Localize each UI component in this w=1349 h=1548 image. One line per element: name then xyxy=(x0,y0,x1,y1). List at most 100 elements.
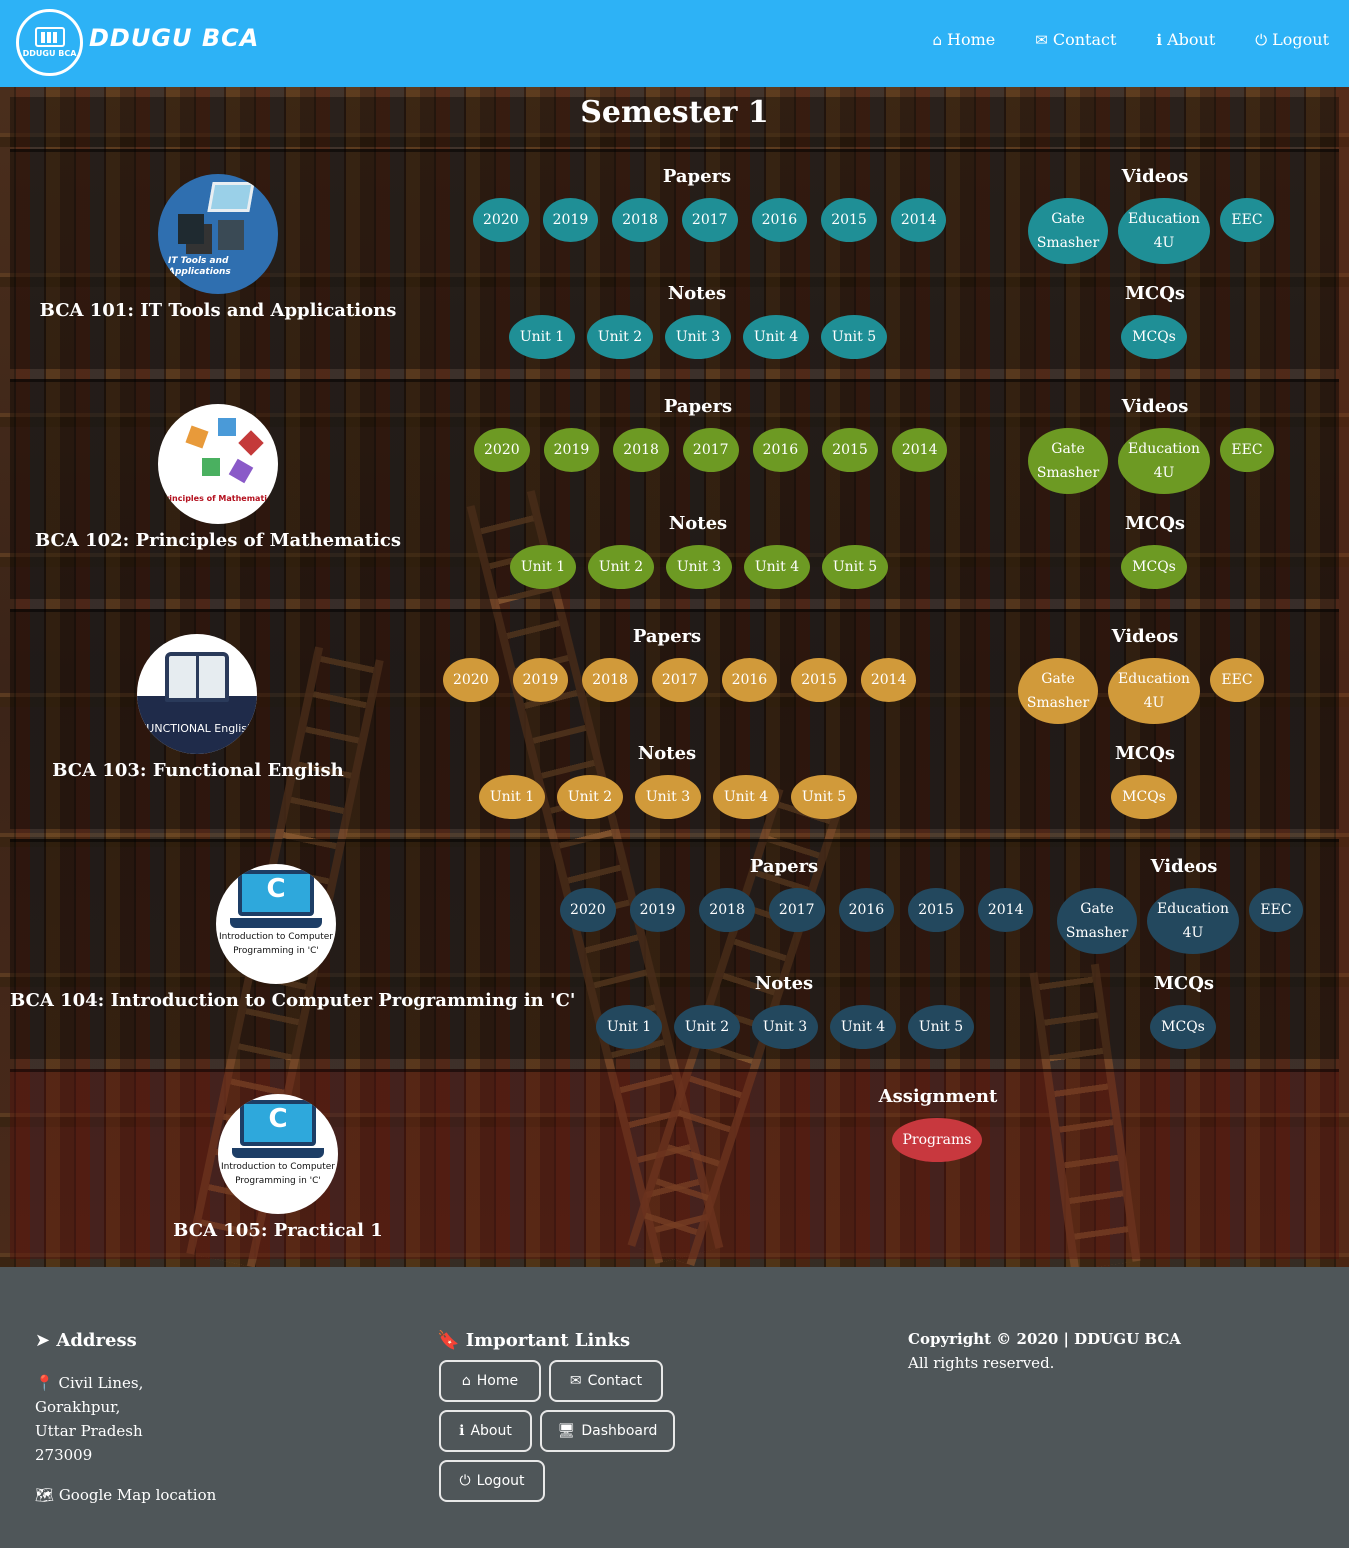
footer-dashboard-button[interactable]: 🖥 Dashboard xyxy=(540,1410,675,1452)
paper-2020-button[interactable]: 2020 xyxy=(474,428,530,472)
paper-2014-button[interactable]: 2014 xyxy=(891,428,948,472)
info-icon: ℹ xyxy=(459,1423,465,1439)
main-content: Semester 1 IT Tools and Applications BCA… xyxy=(0,87,1349,1267)
video-education-4u-button[interactable]: Education 4U xyxy=(1118,198,1210,264)
mcqs-button[interactable]: MCQs xyxy=(1111,775,1177,819)
video-eec-button[interactable]: EEC xyxy=(1249,888,1303,932)
laptop-base-graphic xyxy=(230,918,322,928)
video-eec-button[interactable]: EEC xyxy=(1210,658,1264,702)
brand-name[interactable]: DDUGU BCA xyxy=(89,24,259,52)
unit-4-button[interactable]: Unit 4 xyxy=(744,545,810,589)
mcqs-heading: MCQs xyxy=(1124,513,1186,534)
mcqs-button[interactable]: MCQs xyxy=(1121,315,1187,359)
video-eec-button[interactable]: EEC xyxy=(1220,428,1274,472)
video-gate-smasher-button[interactable]: Gate Smasher xyxy=(1057,888,1137,954)
mcqs-row: MCQs xyxy=(1111,775,1177,819)
mcqs-heading: MCQs xyxy=(1153,973,1215,994)
paper-2015-button[interactable]: 2015 xyxy=(791,658,847,702)
unit-2-button[interactable]: Unit 2 xyxy=(588,545,654,589)
paper-2020-button[interactable]: 2020 xyxy=(473,198,529,242)
address-heading: ➤ Address xyxy=(35,1330,137,1351)
unit-1-button[interactable]: Unit 1 xyxy=(509,315,575,359)
paper-2019-button[interactable]: 2019 xyxy=(629,888,686,932)
shape-graphic xyxy=(238,430,264,456)
unit-2-button[interactable]: Unit 2 xyxy=(557,775,623,819)
videos-heading: Videos xyxy=(1111,626,1179,647)
unit-2-button[interactable]: Unit 2 xyxy=(674,1005,740,1049)
nav-logout-link[interactable]: ⏻ Logout xyxy=(1255,30,1329,49)
videos-heading: Videos xyxy=(1121,396,1189,417)
course-image-caption: IT Tools and Applications xyxy=(168,256,231,277)
unit-3-button[interactable]: Unit 3 xyxy=(635,775,701,819)
paper-2018-button[interactable]: 2018 xyxy=(582,658,638,702)
unit-3-button[interactable]: Unit 3 xyxy=(752,1005,818,1049)
unit-3-button[interactable]: Unit 3 xyxy=(666,545,732,589)
course-section-103: FUNCTIONAL English BCA 103: Functional E… xyxy=(10,609,1339,829)
paper-2015-button[interactable]: 2015 xyxy=(821,198,877,242)
unit-5-button[interactable]: Unit 5 xyxy=(908,1005,974,1049)
video-education-4u-button[interactable]: Education 4U xyxy=(1147,888,1239,954)
footer-about-button[interactable]: ℹ About xyxy=(439,1410,532,1452)
footer-home-button[interactable]: ⌂ Home xyxy=(439,1360,541,1402)
paper-2020-button[interactable]: 2020 xyxy=(443,658,499,702)
mcqs-button[interactable]: MCQs xyxy=(1121,545,1187,589)
nav-links: ⌂ Home ✉ Contact ℹ About ⏻ Logout xyxy=(932,30,1329,49)
page-title: Semester 1 xyxy=(580,95,769,130)
video-education-4u-button[interactable]: Education 4U xyxy=(1118,428,1210,494)
paper-2015-button[interactable]: 2015 xyxy=(822,428,878,472)
unit-5-button[interactable]: Unit 5 xyxy=(791,775,857,819)
paper-2016-button[interactable]: 2016 xyxy=(721,658,778,702)
unit-4-button[interactable]: Unit 4 xyxy=(743,315,809,359)
footer-logout-button[interactable]: ⏻ Logout xyxy=(439,1460,545,1502)
nav-home-link[interactable]: ⌂ Home xyxy=(932,30,995,49)
site-logo[interactable]: DDUGU BCA xyxy=(16,9,83,76)
unit-1-button[interactable]: Unit 1 xyxy=(510,545,576,589)
book-icon xyxy=(165,652,229,702)
papers-heading: Papers xyxy=(749,856,819,877)
video-education-4u-button[interactable]: Education 4U xyxy=(1108,658,1200,724)
nav-contact-label: Contact xyxy=(1052,30,1117,49)
paper-2018-button[interactable]: 2018 xyxy=(613,428,669,472)
video-gate-smasher-button[interactable]: Gate Smasher xyxy=(1028,198,1108,264)
address-line-4: 273009 xyxy=(35,1446,93,1464)
paper-2018-button[interactable]: 2018 xyxy=(699,888,755,932)
paper-2016-button[interactable]: 2016 xyxy=(751,198,808,242)
unit-4-button[interactable]: Unit 4 xyxy=(713,775,779,819)
unit-1-button[interactable]: Unit 1 xyxy=(596,1005,662,1049)
course-title: BCA 105: Practical 1 xyxy=(173,1220,383,1241)
paper-2014-button[interactable]: 2014 xyxy=(890,198,947,242)
address-line: 📍 Civil Lines, xyxy=(35,1371,143,1395)
nav-about-link[interactable]: ℹ About xyxy=(1156,30,1215,49)
paper-2014-button[interactable]: 2014 xyxy=(860,658,917,702)
footer-contact-button[interactable]: ✉ Contact xyxy=(549,1360,663,1402)
paper-2017-button[interactable]: 2017 xyxy=(768,888,825,932)
video-gate-smasher-button[interactable]: Gate Smasher xyxy=(1018,658,1098,724)
paper-2020-button[interactable]: 2020 xyxy=(560,888,616,932)
paper-2019-button[interactable]: 2019 xyxy=(543,428,600,472)
paper-2016-button[interactable]: 2016 xyxy=(838,888,895,932)
nav-contact-link[interactable]: ✉ Contact xyxy=(1035,30,1116,49)
paper-2019-button[interactable]: 2019 xyxy=(512,658,569,702)
paper-2018-button[interactable]: 2018 xyxy=(612,198,668,242)
paper-2015-button[interactable]: 2015 xyxy=(908,888,964,932)
unit-2-button[interactable]: Unit 2 xyxy=(587,315,653,359)
paper-2019-button[interactable]: 2019 xyxy=(542,198,599,242)
videos-heading: Videos xyxy=(1150,856,1218,877)
paper-2017-button[interactable]: 2017 xyxy=(681,198,738,242)
unit-5-button[interactable]: Unit 5 xyxy=(821,315,887,359)
paper-2017-button[interactable]: 2017 xyxy=(682,428,739,472)
unit-3-button[interactable]: Unit 3 xyxy=(665,315,731,359)
paper-2016-button[interactable]: 2016 xyxy=(752,428,809,472)
unit-4-button[interactable]: Unit 4 xyxy=(830,1005,896,1049)
paper-2014-button[interactable]: 2014 xyxy=(977,888,1034,932)
mcqs-button[interactable]: MCQs xyxy=(1150,1005,1216,1049)
address-block: 📍 Civil Lines, Gorakhpur, Uttar Pradesh … xyxy=(35,1371,143,1467)
course-title: BCA 103: Functional English xyxy=(52,760,344,781)
unit-1-button[interactable]: Unit 1 xyxy=(479,775,545,819)
paper-2017-button[interactable]: 2017 xyxy=(651,658,708,702)
programs-button[interactable]: Programs xyxy=(892,1118,982,1162)
video-gate-smasher-button[interactable]: Gate Smasher xyxy=(1028,428,1108,494)
google-map-link[interactable]: 🗺 Google Map location xyxy=(35,1483,216,1507)
unit-5-button[interactable]: Unit 5 xyxy=(822,545,888,589)
video-eec-button[interactable]: EEC xyxy=(1220,198,1274,242)
